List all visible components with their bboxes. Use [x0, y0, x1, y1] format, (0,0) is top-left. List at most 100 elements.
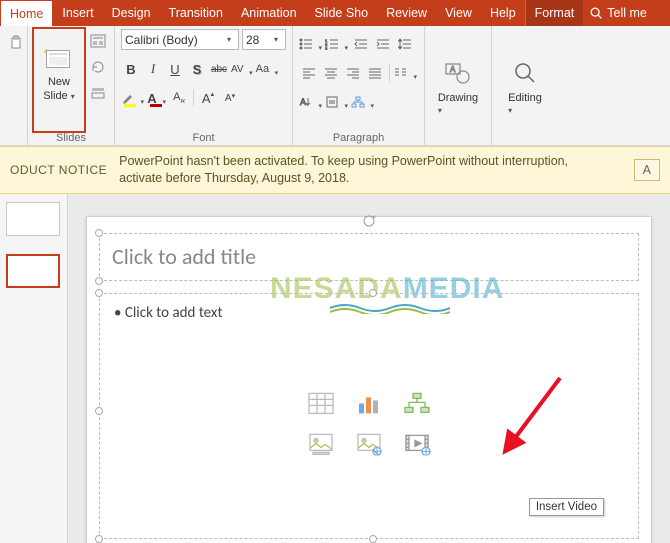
align-right-icon	[346, 67, 360, 79]
font-name-combo[interactable]: Calibri (Body)▾	[121, 29, 239, 50]
increase-indent-button[interactable]	[373, 34, 393, 54]
ribbon-tabbar: Home Insert Design Transition Animation …	[0, 0, 670, 26]
tab-review[interactable]: Review	[377, 0, 436, 26]
new-slide-label-1: New	[48, 76, 70, 88]
tab-format[interactable]: Format	[526, 0, 584, 26]
align-left-button[interactable]	[299, 63, 319, 83]
content-icon-grid	[302, 386, 436, 460]
insert-chart-button[interactable]	[350, 386, 388, 420]
smartart-button[interactable]: ▾	[351, 92, 375, 112]
insert-online-pictures-button[interactable]	[350, 426, 388, 460]
align-center-button[interactable]	[321, 63, 341, 83]
paste-button[interactable]	[6, 33, 26, 53]
new-slide-icon: ✦	[46, 50, 72, 74]
video-icon	[403, 431, 431, 455]
underline-button[interactable]: U	[165, 59, 185, 79]
selection-handle[interactable]	[369, 535, 377, 543]
new-slide-button[interactable]: ✦ New Slide ▾	[37, 32, 81, 120]
align-vertical-icon	[325, 96, 339, 108]
new-slide-label-2: Slide ▾	[43, 90, 75, 103]
justify-icon	[368, 67, 382, 79]
notice-action-button[interactable]: A	[634, 159, 660, 181]
svg-text:A: A	[300, 97, 306, 107]
table-icon	[307, 391, 335, 415]
columns-button[interactable]: ▾	[394, 63, 418, 83]
tab-transition[interactable]: Transition	[160, 0, 232, 26]
slide: Click to add title NESADAMEDIA • Click t…	[86, 216, 652, 543]
title-placeholder[interactable]: Click to add title NESADAMEDIA	[99, 233, 639, 281]
highlight-button[interactable]: ▾	[121, 88, 145, 108]
editing-button[interactable]: Editing▾	[498, 29, 552, 143]
tab-view[interactable]: View	[436, 0, 481, 26]
tell-me-search[interactable]: Tell me	[583, 0, 653, 26]
title-placeholder-text: Click to add title	[112, 243, 256, 270]
text-direction-icon: A	[299, 96, 313, 108]
tab-animation[interactable]: Animation	[232, 0, 306, 26]
selection-handle[interactable]	[95, 277, 103, 285]
line-spacing-button[interactable]	[395, 34, 415, 54]
search-icon	[589, 6, 603, 20]
bullets-button[interactable]: ▾	[299, 34, 323, 54]
change-case-button[interactable]: Aa▾	[256, 59, 279, 79]
selection-handle[interactable]	[95, 229, 103, 237]
layout-button[interactable]	[88, 31, 108, 51]
group-slides-label: Slides	[34, 131, 108, 144]
reset-button[interactable]	[88, 57, 108, 77]
insert-table-button[interactable]	[302, 386, 340, 420]
rotate-handle-icon[interactable]	[362, 214, 376, 228]
selection-handle[interactable]	[95, 535, 103, 543]
decrease-indent-button[interactable]	[351, 34, 371, 54]
slide-thumbnail-2[interactable]	[6, 254, 60, 288]
group-paragraph: ▾ 123▾ ▾ A▾ ▾ ▾ Paragraph	[293, 26, 425, 145]
highlight-color-swatch	[124, 104, 136, 107]
columns-icon	[394, 67, 408, 79]
justify-button[interactable]	[365, 63, 385, 83]
content-placeholder-text: • Click to add text	[114, 304, 624, 322]
editing-label: Editing▾	[508, 92, 542, 116]
selection-handle[interactable]	[95, 289, 103, 297]
char-spacing-button[interactable]: AV▾	[231, 59, 254, 79]
insert-pictures-button[interactable]	[302, 426, 340, 460]
drawing-label: Drawing▾	[438, 92, 478, 116]
strikethrough-button[interactable]: abc	[209, 59, 229, 79]
slide-canvas[interactable]: Click to add title NESADAMEDIA • Click t…	[68, 194, 670, 543]
picture-icon	[307, 431, 335, 455]
align-center-icon	[324, 67, 338, 79]
font-size-combo[interactable]: 28▾	[242, 29, 286, 50]
content-placeholder[interactable]: • Click to add text Insert Video	[99, 293, 639, 539]
shrink-font-button[interactable]: A▾	[220, 88, 240, 108]
find-icon	[509, 57, 541, 89]
text-direction-button[interactable]: A▾	[299, 92, 323, 112]
italic-button[interactable]: I	[143, 59, 163, 79]
group-font: Calibri (Body)▾ 28▾ B I U S abc AV▾ Aa▾ …	[115, 26, 293, 145]
online-picture-icon	[355, 431, 383, 455]
numbering-button[interactable]: 123▾	[325, 34, 349, 54]
tab-home[interactable]: Home	[0, 0, 53, 26]
insert-smartart-button[interactable]	[398, 386, 436, 420]
svg-text:3: 3	[325, 46, 328, 50]
group-slides: ✦ New Slide ▾ Slides	[28, 26, 115, 145]
insert-video-tooltip: Insert Video	[529, 498, 604, 516]
tab-slideshow[interactable]: Slide Sho	[306, 0, 378, 26]
align-text-button[interactable]: ▾	[325, 92, 349, 112]
align-right-button[interactable]	[343, 63, 363, 83]
font-color-button[interactable]: A ▾	[147, 88, 167, 108]
tab-help[interactable]: Help	[481, 0, 526, 26]
bold-button[interactable]: B	[121, 59, 141, 79]
selection-handle[interactable]	[95, 407, 103, 415]
drawing-button[interactable]: A Drawing▾	[431, 29, 485, 143]
drawing-icon: A	[442, 57, 474, 89]
grow-font-button[interactable]: A▴	[198, 88, 218, 108]
clear-formatting-button[interactable]: Aא	[169, 88, 189, 108]
tab-design[interactable]: Design	[103, 0, 160, 26]
insert-video-button[interactable]	[398, 426, 436, 460]
group-paragraph-label: Paragraph	[299, 131, 418, 144]
slide-thumbnail-1[interactable]	[6, 202, 60, 236]
section-button[interactable]	[88, 83, 108, 103]
shadow-button[interactable]: S	[187, 59, 207, 79]
selection-handle[interactable]	[369, 289, 377, 297]
svg-text:A: A	[450, 65, 456, 74]
slide-thumbnail-pane[interactable]	[0, 194, 68, 543]
tab-insert[interactable]: Insert	[53, 0, 102, 26]
chart-icon	[355, 391, 383, 415]
